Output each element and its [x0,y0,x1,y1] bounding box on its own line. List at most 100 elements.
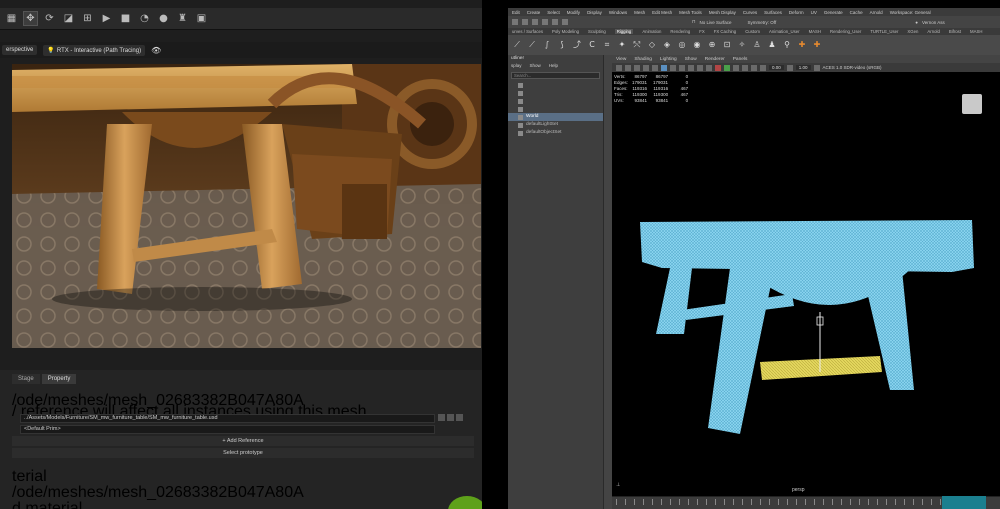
outliner-menu-show[interactable]: Show [530,63,541,70]
bind-skin-icon[interactable]: ⟆ [557,40,567,50]
scale-constraint-icon[interactable]: ⊡ [722,40,732,50]
film-gate-icon[interactable] [652,64,658,71]
shelf-tab[interactable]: MASH [970,29,982,34]
menu-item[interactable]: Mesh Display [709,10,736,15]
shelf-tab-active[interactable]: Rigging [614,29,634,34]
menu-item[interactable]: Create [527,10,541,15]
shelf-tab[interactable]: FX [699,29,705,34]
menu-item[interactable]: Edit Mesh [652,10,672,15]
menu-item[interactable]: Display [587,10,602,15]
isolate-icon[interactable] [733,64,739,71]
aa-icon[interactable] [724,64,730,71]
render-icon[interactable] [562,19,568,25]
default-prim-field[interactable]: <Default Prim> [20,425,435,434]
reference-path-field[interactable]: ../Assets/Models/Furniture/SM_mw_furnitu… [20,414,435,423]
shelf-tab[interactable]: Animation [642,29,661,34]
snap-grid-icon[interactable] [522,19,528,25]
camera-dropdown[interactable]: erspective [2,45,38,55]
symmetry-label[interactable]: Symmetry: Off [748,20,777,25]
rotate-icon[interactable]: ⟳ [42,11,57,26]
menu-item[interactable]: Select [547,10,560,15]
move-icon[interactable]: ✥ [23,11,38,26]
outliner-item-lightset[interactable]: defaultLightSet [508,121,603,129]
shelf-tab[interactable]: MASH [809,29,821,34]
shelf-tab[interactable]: Arnold [927,29,939,34]
shelf-tab[interactable]: Poly Modeling [552,29,579,34]
persp-viewport[interactable]: Verts: 86797 86797 0 Edges: 179031 179031 0 Fa… [612,72,1000,496]
outliner-item-objectset[interactable]: defaultObjectSet [508,129,603,137]
shelf-tab[interactable]: Custom [745,29,760,34]
outliner-item[interactable] [508,105,603,113]
figure-icon[interactable]: ♜ [175,11,190,26]
lights-icon[interactable] [688,64,694,71]
outliner-item[interactable] [508,97,603,105]
shelf-tab[interactable]: Rendering [670,29,690,34]
menu-item[interactable]: Windows [609,10,627,15]
menu-item[interactable]: Curves [743,10,757,15]
grid-toggle-icon[interactable] [643,64,649,71]
remove-icon[interactable] [456,414,463,421]
live-surface-label[interactable]: No Live Surface [700,20,732,25]
ik-spline-icon[interactable]: ∫ [542,40,552,50]
cluster-icon[interactable]: C [587,40,597,50]
shelf-tab[interactable]: FX Caching [714,29,736,34]
paint-weights-icon[interactable]: ⤴ [572,40,582,50]
scale-icon[interactable]: ◪ [61,11,76,26]
image-plane-icon[interactable] [634,64,640,71]
user-icon[interactable]: ● [915,20,918,25]
select-mode-icon[interactable] [512,19,518,25]
user-name[interactable]: Vernon Ass [922,20,945,25]
shelf-tab[interactable]: Rendering_User [830,29,861,34]
grid-icon[interactable]: ▦ [4,11,19,26]
render-viewport[interactable] [12,64,481,348]
bookmark-icon[interactable] [625,64,631,71]
camera-icon[interactable]: ▣ [194,11,209,26]
panel-menu-renderer[interactable]: Renderer [705,57,725,62]
outliner-menu-help[interactable]: Help [549,63,558,70]
stop-icon[interactable]: ■ [118,11,133,26]
joint-icon[interactable]: ⟋ [512,40,522,50]
smooth-shade-icon[interactable] [670,64,676,71]
menu-item[interactable]: Arnold [870,10,883,15]
eye-icon[interactable]: 👁 [151,46,161,55]
motion-blur-icon[interactable] [715,64,721,71]
point-constraint-icon[interactable]: ◇ [647,40,657,50]
panel-menu-shading[interactable]: Shading [634,57,652,62]
folder-icon[interactable] [447,414,454,421]
menu-item[interactable]: Generate [824,10,843,15]
add-pivot-icon[interactable]: ✚ [797,40,807,50]
shelf-tab[interactable]: XGen [907,29,918,34]
play-icon[interactable]: ▶ [99,11,114,26]
menu-item[interactable]: UV [811,10,817,15]
menu-item[interactable]: Modify [567,10,580,15]
snap-curve-icon[interactable] [532,19,538,25]
pole-vector-icon[interactable]: ⊕ [707,40,717,50]
lattice-icon[interactable]: ⌗ [602,40,612,50]
menu-item[interactable]: Mesh Tools [679,10,702,15]
history-icon[interactable] [552,19,558,25]
outliner-search-input[interactable]: Search... [511,72,600,79]
textured-icon[interactable] [679,64,685,71]
ik-handle-icon[interactable]: ⟋ [527,40,537,50]
color-mgmt-icon[interactable] [813,64,820,71]
xray-icon[interactable] [742,64,748,71]
color-space-dropdown[interactable]: ACES 1.0 SDR-video (sRGB) [823,65,882,70]
menu-item[interactable]: Mesh [634,10,645,15]
shelf-tab[interactable]: TURTLE_User [870,29,898,34]
refresh-icon[interactable] [438,414,445,421]
orient-constraint-icon[interactable]: ◎ [677,40,687,50]
exposure-field[interactable]: 0.00 [769,65,784,70]
shelf-tab[interactable]: urves / Surfaces [512,29,543,34]
outliner-item-world[interactable]: World [508,113,603,121]
outliner-menu-display[interactable]: splay [511,63,522,70]
select-prototype-button[interactable]: Select prototype [12,448,474,458]
menu-item[interactable]: Edit [512,10,520,15]
panel-menu-lighting[interactable]: Lighting [660,57,677,62]
skeleton-icon[interactable]: ⚲ [782,40,792,50]
tab-property[interactable]: Property [41,374,77,384]
render-mode-dropdown[interactable]: 💡 RTX - Interactive (Path Tracing) [43,44,146,56]
shelf-tab[interactable]: Bifrost [949,29,961,34]
light-icon[interactable]: ● [156,11,171,26]
shelf-tab[interactable]: Sculpting [588,29,606,34]
wrap-icon[interactable]: ⤲ [632,40,642,50]
